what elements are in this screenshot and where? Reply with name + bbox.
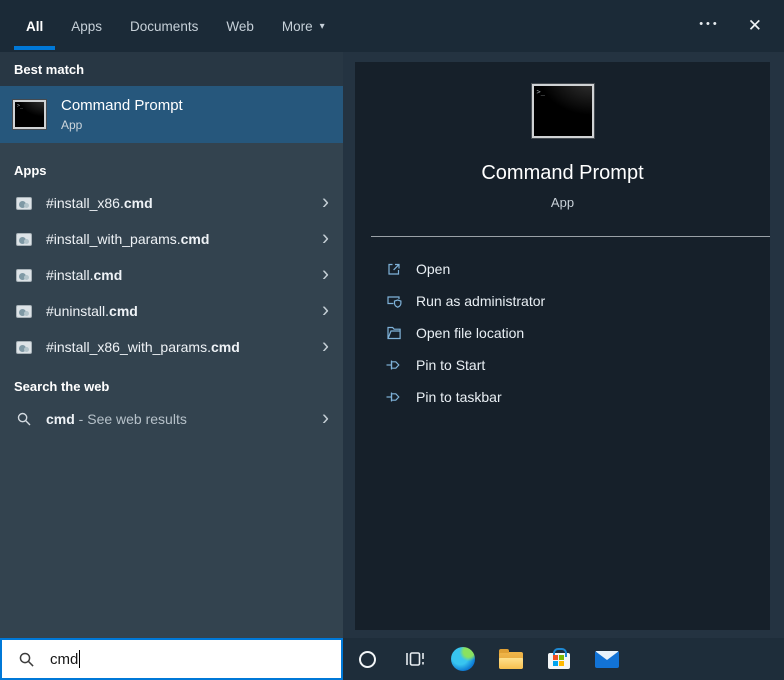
chevron-right-icon[interactable]: › xyxy=(322,192,329,213)
chevron-right-icon[interactable]: › xyxy=(322,228,329,249)
edge-button[interactable] xyxy=(439,638,487,680)
chevron-right-icon[interactable]: › xyxy=(322,300,329,321)
tab-documents[interactable]: Documents xyxy=(118,0,210,52)
store-button[interactable] xyxy=(535,638,583,680)
mail-button[interactable] xyxy=(583,638,631,680)
chevron-right-icon[interactable]: › xyxy=(322,408,329,429)
taskbar xyxy=(343,638,784,680)
tab-more[interactable]: More ▾ xyxy=(270,0,337,52)
microsoft-logo-icon xyxy=(553,655,564,666)
preview-panel: Command Prompt App Open Run as administr… xyxy=(343,52,784,638)
pin-to-start-action[interactable]: Pin to Start xyxy=(355,349,770,381)
list-item-install-x86-cmd[interactable]: #install_x86.cmd › xyxy=(0,185,343,221)
cmd-file-icon xyxy=(16,340,32,354)
cmd-file-icon xyxy=(16,268,32,282)
mail-icon xyxy=(595,650,619,668)
cortana-icon xyxy=(358,650,376,668)
search-input-value: cmd xyxy=(50,650,79,668)
cmd-file-icon xyxy=(16,232,32,246)
pin-icon xyxy=(386,360,400,370)
search-the-web-header: Search the web xyxy=(14,378,110,394)
cortana-button[interactable] xyxy=(343,638,391,680)
list-item-install-x86-with-params-cmd[interactable]: #install_x86_with_params.cmd › xyxy=(0,329,343,365)
pin-to-taskbar-action[interactable]: Pin to taskbar xyxy=(355,381,770,413)
search-icon xyxy=(19,652,34,667)
cmd-file-icon xyxy=(16,196,32,210)
chevron-down-icon: ▾ xyxy=(319,20,325,32)
task-view-button[interactable] xyxy=(391,638,439,680)
pin-icon xyxy=(386,392,400,402)
best-match-item-command-prompt[interactable]: Command Prompt App xyxy=(0,86,343,143)
search-results-panel: Best match Command Prompt App Apps #inst… xyxy=(0,52,343,638)
best-match-title: Command Prompt xyxy=(61,97,183,114)
tab-apps[interactable]: Apps xyxy=(59,0,114,52)
folder-icon xyxy=(387,326,401,340)
tab-all[interactable]: All xyxy=(14,0,56,52)
open-action[interactable]: Open xyxy=(355,253,770,285)
file-explorer-icon xyxy=(499,649,523,669)
preview-subtitle: App xyxy=(550,195,575,210)
chevron-right-icon[interactable]: › xyxy=(322,336,329,357)
command-prompt-icon xyxy=(13,100,46,129)
edge-icon xyxy=(451,647,475,671)
run-as-administrator-action[interactable]: Run as administrator xyxy=(355,285,770,317)
divider xyxy=(371,236,770,237)
chevron-right-icon[interactable]: › xyxy=(322,264,329,285)
tab-web[interactable]: Web xyxy=(214,0,266,52)
best-match-header: Best match xyxy=(0,52,343,86)
list-item-install-with-params-cmd[interactable]: #install_with_params.cmd › xyxy=(0,221,343,257)
command-prompt-icon-large xyxy=(531,84,594,138)
search-icon xyxy=(17,412,31,426)
preview-card: Command Prompt App Open Run as administr… xyxy=(355,62,770,630)
search-flyout-topbar: All Apps Documents Web More ▾ ••• ✕ xyxy=(0,0,784,52)
open-icon xyxy=(388,263,400,275)
cmd-file-icon xyxy=(16,304,32,318)
shield-icon xyxy=(387,296,402,308)
file-explorer-button[interactable] xyxy=(487,638,535,680)
preview-title: Command Prompt xyxy=(481,162,644,184)
search-input[interactable]: cmd xyxy=(0,638,343,680)
web-result-item[interactable]: cmd - See web results › xyxy=(0,401,343,437)
list-item-uninstall-cmd[interactable]: #uninstall.cmd › xyxy=(0,293,343,329)
text-caret xyxy=(79,650,81,668)
filter-tabs: All Apps Documents Web More ▾ xyxy=(14,0,341,52)
store-icon xyxy=(548,648,570,669)
options-ellipsis-icon[interactable]: ••• xyxy=(699,18,720,34)
context-actions: Open Run as administrator Open file loca… xyxy=(355,253,770,413)
apps-section-header: Apps xyxy=(14,162,47,178)
task-view-icon xyxy=(406,652,424,666)
open-file-location-action[interactable]: Open file location xyxy=(355,317,770,349)
list-item-install-cmd[interactable]: #install.cmd › xyxy=(0,257,343,293)
best-match-subtitle: App xyxy=(61,118,83,132)
close-icon[interactable]: ✕ xyxy=(748,16,762,36)
